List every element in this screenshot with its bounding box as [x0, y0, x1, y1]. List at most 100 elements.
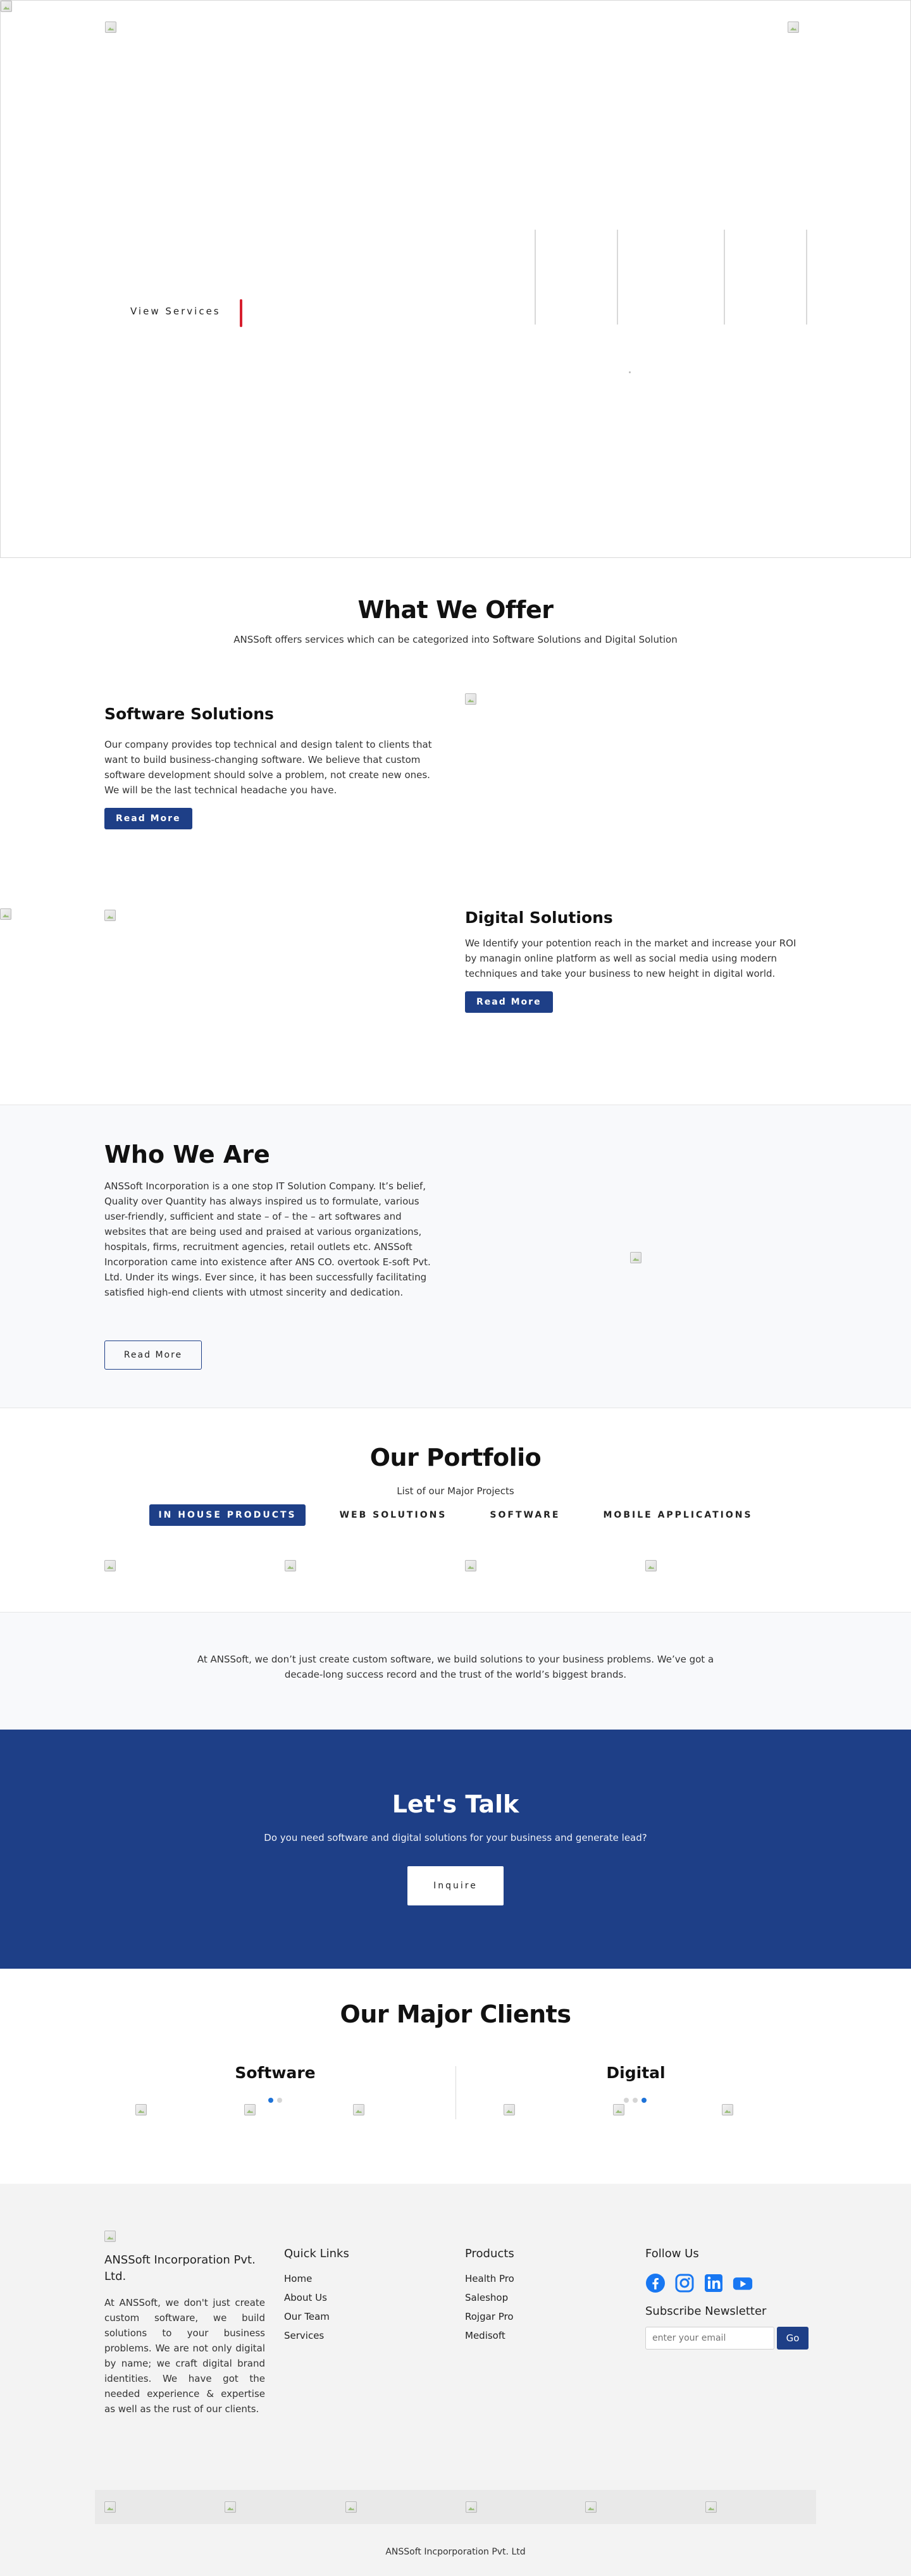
product-link-health-pro[interactable]: Health Pro: [465, 2273, 514, 2284]
hero-background-image: [1, 1, 12, 12]
quick-links-title: Quick Links: [284, 2247, 349, 2260]
page: View Services What We Offer ANSSoft offe…: [0, 0, 911, 2576]
partner-logo: [104, 2501, 116, 2513]
digital-solutions-title: Digital Solutions: [465, 908, 613, 927]
tab-software[interactable]: SOFTWARE: [481, 1504, 569, 1526]
who-read-more-button[interactable]: Read More: [104, 1341, 202, 1370]
hero-section: View Services: [0, 0, 911, 558]
instagram-icon[interactable]: [674, 2273, 695, 2293]
lets-talk-section: Let's Talk Do you need software and digi…: [0, 1730, 911, 1969]
product-link-rojgar-pro[interactable]: Rojgar Pro: [465, 2311, 514, 2322]
hero-divider: [617, 230, 618, 325]
software-solutions-title: Software Solutions: [104, 705, 274, 723]
partner-logo-strip: [95, 2490, 816, 2524]
portfolio-title: Our Portfolio: [369, 1444, 542, 1471]
products-title: Products: [465, 2247, 514, 2260]
portfolio-item-image[interactable]: [285, 1560, 296, 1571]
partner-logo: [345, 2501, 357, 2513]
portfolio-tabs: IN HOUSE PRODUCTS WEB SOLUTIONS SOFTWARE…: [0, 1504, 911, 1526]
software-solutions-block: Software Solutions Our company provides …: [104, 705, 440, 829]
tab-web-solutions[interactable]: WEB SOLUTIONS: [331, 1504, 456, 1526]
value-statement-text: At ANSSoft, we don’t just create custom …: [197, 1654, 714, 1680]
digital-read-more-button[interactable]: Read More: [465, 991, 553, 1013]
carousel-dot[interactable]: [641, 2098, 647, 2103]
clients-title: Our Major Clients: [340, 2000, 571, 2028]
product-link-saleshop[interactable]: Saleshop: [465, 2292, 514, 2303]
client-logo: [504, 2104, 515, 2115]
footer-link-services[interactable]: Services: [284, 2330, 349, 2341]
client-logo: [722, 2104, 733, 2115]
software-clients: Software: [98, 2064, 452, 2082]
value-statement-band: At ANSSoft, we don’t just create custom …: [0, 1612, 911, 1730]
slider-indicator[interactable]: [629, 371, 631, 373]
hero-divider: [724, 230, 725, 325]
who-we-are-section: Who We Are ANSSoft Incorporation is a on…: [0, 1105, 911, 1408]
social-links: [645, 2273, 809, 2293]
footer-link-home[interactable]: Home: [284, 2273, 349, 2284]
software-solutions-body: Our company provides top technical and d…: [104, 739, 432, 796]
product-link-medisoft[interactable]: Medisoft: [465, 2330, 514, 2341]
who-title: Who We Are: [104, 1141, 270, 1168]
partner-logo: [705, 2501, 717, 2513]
site-logo[interactable]: [105, 22, 116, 33]
footer-brand-name: ANSSoft Incorporation Pvt. Ltd.: [104, 2253, 256, 2283]
carousel-dot[interactable]: [268, 2098, 273, 2103]
who-image: [630, 1252, 641, 1263]
newsletter-email-input[interactable]: [645, 2327, 774, 2350]
client-logo: [135, 2104, 147, 2115]
footer-link-our-team[interactable]: Our Team: [284, 2311, 349, 2322]
quick-links: Quick Links Home About Us Our Team Servi…: [284, 2247, 349, 2349]
hero-divider: [535, 230, 536, 325]
portfolio-subtitle: List of our Major Projects: [397, 1485, 514, 1497]
newsletter-go-button[interactable]: Go: [777, 2327, 809, 2350]
digital-carousel-dots: [624, 2098, 647, 2103]
youtube-icon[interactable]: [733, 2273, 753, 2293]
follow-us: Follow Us Subscribe Newsletter Go: [645, 2247, 809, 2350]
products-links: Products Health Pro Saleshop Rojgar Pro …: [465, 2247, 514, 2349]
digital-solutions-block: Digital Solutions We Identify your poten…: [465, 908, 807, 1013]
digital-solutions-image: [104, 910, 116, 921]
footer: ANSSoft Incorporation Pvt. Ltd. At ANSSo…: [0, 2184, 911, 2576]
client-logo: [244, 2104, 256, 2115]
follow-us-title: Follow Us: [645, 2247, 699, 2260]
portfolio-item-image[interactable]: [465, 1560, 476, 1571]
software-clients-title: Software: [235, 2064, 316, 2082]
tab-in-house-products[interactable]: IN HOUSE PRODUCTS: [149, 1504, 306, 1526]
software-read-more-button[interactable]: Read More: [104, 808, 192, 829]
newsletter-title: Subscribe Newsletter: [645, 2305, 767, 2318]
client-logo: [353, 2104, 364, 2115]
header-image: [788, 22, 799, 33]
accent-bar: [240, 299, 242, 327]
digital-solutions-body: We Identify your potention reach in the …: [465, 938, 796, 979]
digital-clients: Digital: [459, 2064, 813, 2082]
lets-talk-subtitle: Do you need software and digital solutio…: [264, 1832, 647, 1843]
facebook-icon[interactable]: [645, 2273, 666, 2293]
footer-link-about-us[interactable]: About Us: [284, 2292, 349, 2303]
digital-clients-title: Digital: [606, 2064, 666, 2082]
carousel-dot[interactable]: [277, 2098, 282, 2103]
lets-talk-title: Let's Talk: [392, 1790, 519, 1818]
portfolio-section: Our Portfolio List of our Major Projects…: [0, 1408, 911, 1612]
inquire-button[interactable]: Inquire: [407, 1866, 504, 1905]
carousel-dot[interactable]: [633, 2098, 638, 2103]
tab-mobile-applications[interactable]: MOBILE APPLICATIONS: [595, 1504, 762, 1526]
carousel-dot[interactable]: [624, 2098, 629, 2103]
who-body: ANSSoft Incorporation is a one stop IT S…: [104, 1180, 431, 1298]
clients-section: Our Major Clients Software Digital: [0, 1969, 911, 2184]
view-services-button[interactable]: View Services: [130, 306, 221, 317]
client-logo: [613, 2104, 624, 2115]
portfolio-item-image[interactable]: [645, 1560, 657, 1571]
software-solutions-image: [465, 693, 476, 705]
partner-logo: [466, 2501, 477, 2513]
partner-logo: [585, 2501, 597, 2513]
footer-brand-description: At ANSSoft, we don't just create custom …: [104, 2297, 265, 2415]
portfolio-item-image[interactable]: [104, 1560, 116, 1571]
partner-logo: [225, 2501, 236, 2513]
hero-divider: [806, 230, 807, 325]
newsletter-form: Go: [645, 2327, 809, 2350]
copyright-text: ANSSoft Incporporation Pvt. Ltd: [385, 2547, 526, 2557]
offer-section: What We Offer ANSSoft offers services wh…: [0, 558, 911, 1105]
offer-subtitle: ANSSoft offers services which can be cat…: [233, 634, 678, 645]
footer-logo[interactable]: [104, 2231, 116, 2242]
linkedin-icon[interactable]: [703, 2273, 724, 2293]
